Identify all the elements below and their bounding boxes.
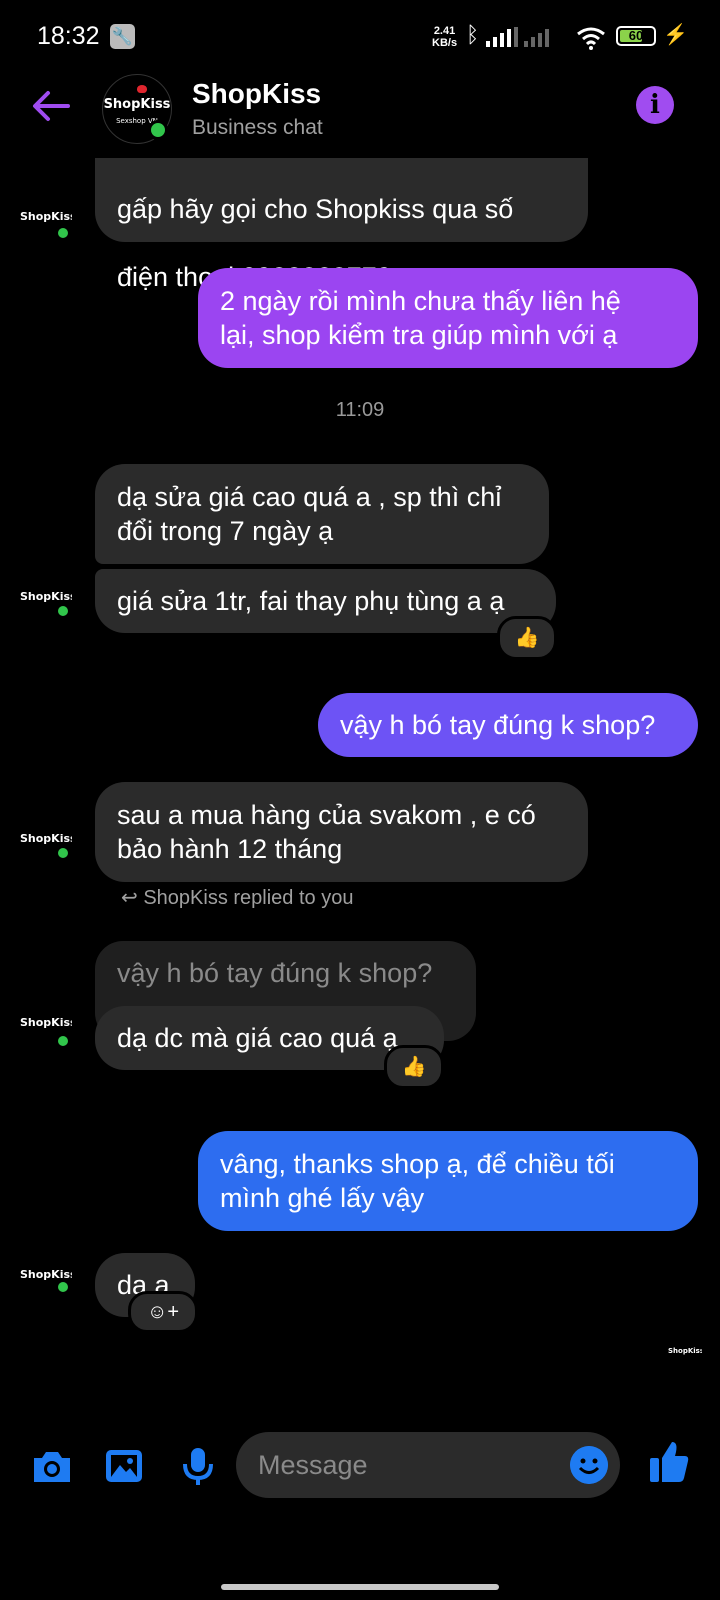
camera-icon[interactable] [30,1446,74,1486]
home-indicator[interactable] [221,1584,499,1590]
message-outgoing[interactable]: vâng, thanks shop ạ, để chiều tối mình g… [198,1131,698,1231]
message-incoming[interactable]: dạ sửa giá cao quá a , sp thì chỉ đổi tr… [95,464,549,564]
gallery-icon[interactable] [102,1446,146,1486]
message-incoming[interactable]: sau a mua hàng của svakom , e có bảo hàn… [95,782,588,882]
reaction-badge[interactable]: 👍 [384,1045,444,1089]
chat-title[interactable]: ShopKiss [192,78,321,110]
status-bar: 18:32 🔧 2.41 KB/s ᛒ 60 ⚡ [0,0,720,72]
online-indicator [148,120,168,140]
bluetooth-icon: ᛒ [466,22,480,47]
avatar[interactable]: ShopKiss [20,1250,72,1302]
online-indicator [56,846,70,860]
reaction-badge[interactable]: 👍 [497,616,557,660]
charging-icon: ⚡ [663,24,688,46]
message-list[interactable]: gấp hãy gọi cho Shopkiss qua số điện tho… [0,158,720,1408]
wrench-icon: 🔧 [110,24,135,49]
like-thumb-icon[interactable] [648,1438,690,1484]
online-indicator [56,1034,70,1048]
back-arrow-icon[interactable] [30,88,72,124]
online-indicator [56,226,70,240]
signal-icon [486,27,518,47]
message-incoming[interactable]: gấp hãy gọi cho Shopkiss qua số điện tho… [95,158,588,292]
chat-subtitle: Business chat [192,116,323,139]
add-reaction-icon[interactable]: ☺+ [128,1291,198,1333]
battery-icon: 60 [616,26,656,46]
clock: 18:32 [37,22,100,50]
reply-label: ↩ ShopKiss replied to you [121,887,354,909]
message-outgoing[interactable]: vậy h bó tay đúng k shop? [318,693,698,757]
wifi-icon [577,27,605,50]
seen-avatar: ShopKiss [668,1336,702,1370]
message-input[interactable] [236,1432,620,1498]
chat-header: ShopKiss Sexshop VN ShopKiss Business ch… [0,72,720,160]
reply-icon: ↩ [121,887,138,909]
signal-2-icon [524,27,549,47]
emoji-icon[interactable] [570,1446,608,1484]
kiss-lips-icon [137,85,147,93]
microphone-icon[interactable] [176,1446,220,1486]
composer [0,1410,720,1520]
info-icon[interactable]: i [636,86,674,124]
online-indicator [56,604,70,618]
network-speed: 2.41 KB/s [432,25,458,49]
message-incoming[interactable]: giá sửa 1tr, fai thay phụ tùng a ạ [95,569,556,633]
online-indicator [56,1280,70,1294]
message-outgoing[interactable]: 2 ngày rồi mình chưa thấy liên hệ lại, s… [198,268,698,368]
timestamp: 11:09 [335,399,385,421]
